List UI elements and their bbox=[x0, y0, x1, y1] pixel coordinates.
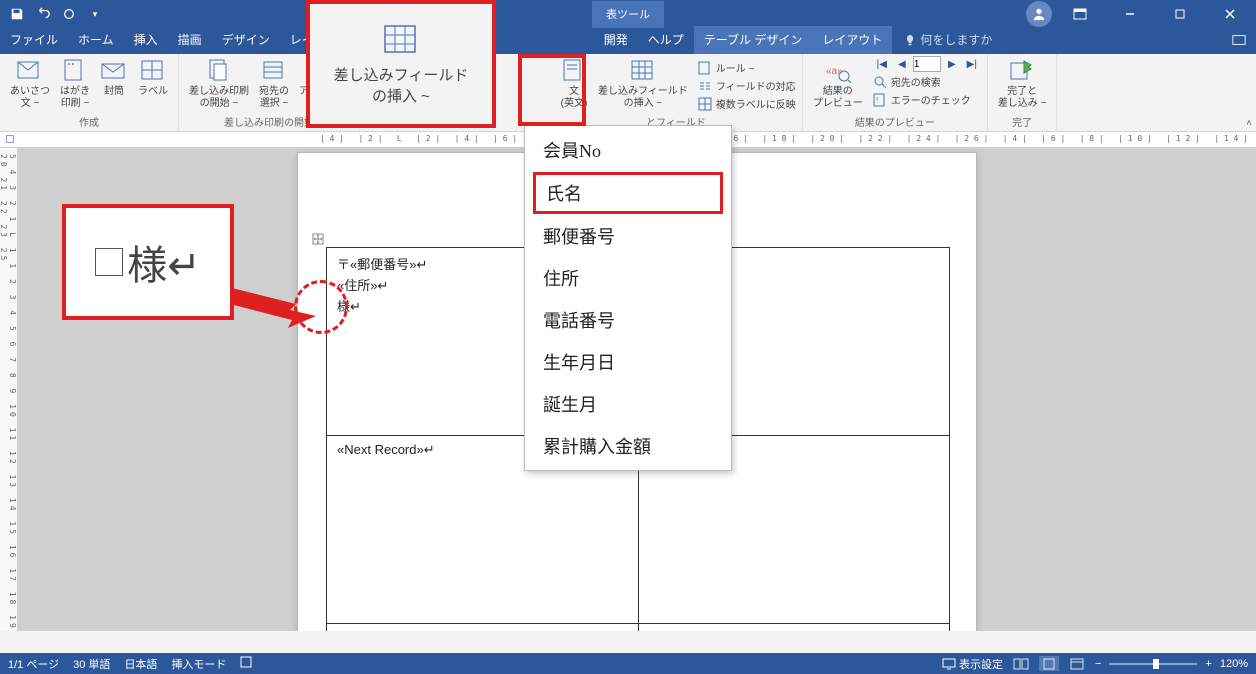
group-start-merge: 差し込み印刷 の開始 ~ 宛先の 選択 ~ アドレス帳 の編集 差し込み印刷の開… bbox=[179, 54, 360, 131]
group-create: あいさつ 文 ~ はがき 印刷 ~ 封筒 ラベル 作成 bbox=[0, 54, 179, 131]
group-finish: 完了と 差し込み ~ 完了 bbox=[988, 54, 1058, 131]
menu-item-phone[interactable]: 電話番号 bbox=[525, 299, 731, 341]
label-cell-6[interactable]: «Next Record»↵ bbox=[638, 624, 950, 632]
tab-design[interactable]: デザイン bbox=[212, 26, 280, 54]
redo-button[interactable] bbox=[58, 3, 80, 25]
first-record-button[interactable]: |◀ bbox=[873, 56, 891, 72]
ruler-corner bbox=[6, 135, 14, 143]
contextual-tab-title: 表ツール bbox=[592, 1, 664, 28]
share-button[interactable] bbox=[1232, 33, 1246, 50]
edit-recipients-button[interactable]: アドレス帳 の編集 bbox=[295, 56, 353, 111]
greeting-button[interactable]: あいさつ 文 ~ bbox=[6, 56, 54, 111]
select-recipients-button[interactable]: 宛先の 選択 ~ bbox=[255, 56, 293, 111]
tab-table-layout[interactable]: レイアウト bbox=[812, 26, 892, 54]
annotation-zoom-callout: 様↵ bbox=[62, 204, 234, 320]
zoom-slider[interactable] bbox=[1109, 663, 1197, 665]
start-merge-button[interactable]: 差し込み印刷 の開始 ~ bbox=[185, 56, 253, 111]
status-mode[interactable]: 挿入モード bbox=[171, 656, 226, 672]
tab-table-design[interactable]: テーブル デザイン bbox=[694, 26, 813, 54]
preview-results-button[interactable]: «a»結果の プレビュー bbox=[809, 56, 867, 111]
minimize-button[interactable] bbox=[1108, 0, 1152, 28]
svg-text:«a»: «a» bbox=[826, 66, 843, 77]
menu-item-total[interactable]: 累計購入金額 bbox=[525, 425, 731, 467]
ribbon-tabs: ファイル ホーム 挿入 描画 デザイン レイアウト 参考 開発 ヘルプ テーブル… bbox=[0, 28, 1256, 54]
group-preview: «a»結果の プレビュー |◀ ◀ ▶ ▶| 宛先の検索 !エラーのチェック 結… bbox=[803, 54, 988, 131]
read-mode-button[interactable] bbox=[1011, 656, 1031, 671]
record-number-input[interactable] bbox=[913, 56, 941, 72]
close-button[interactable] bbox=[1208, 0, 1252, 28]
menu-item-member-no[interactable]: 会員No bbox=[525, 129, 731, 171]
tab-references[interactable]: 参考 bbox=[360, 26, 404, 54]
check-errors-button[interactable]: !エラーのチェック bbox=[873, 92, 981, 107]
web-layout-button[interactable] bbox=[1067, 656, 1087, 671]
tab-developer[interactable]: 開発 bbox=[594, 26, 638, 54]
title-bar: ▾ 表ツール bbox=[0, 0, 1256, 28]
maximize-button[interactable] bbox=[1158, 0, 1202, 28]
quick-access-toolbar: ▾ bbox=[0, 3, 106, 25]
english-greeting-button[interactable]: 文 (英文) bbox=[556, 56, 592, 111]
menu-item-birthmonth[interactable]: 誕生月 bbox=[525, 383, 731, 425]
postcard-button[interactable]: はがき 印刷 ~ bbox=[56, 56, 94, 111]
menu-item-birthday[interactable]: 生年月日 bbox=[525, 341, 731, 383]
zoom-level[interactable]: 120% bbox=[1220, 658, 1248, 670]
tab-draw[interactable]: 描画 bbox=[168, 26, 212, 54]
display-settings[interactable]: 表示設定 bbox=[942, 656, 1003, 672]
menu-item-postal[interactable]: 郵便番号 bbox=[525, 215, 731, 257]
tell-me[interactable]: 何をしますか bbox=[892, 26, 1004, 54]
status-language[interactable]: 日本語 bbox=[124, 656, 157, 672]
tab-insert[interactable]: 挿入 bbox=[124, 26, 168, 54]
finish-merge-button[interactable]: 完了と 差し込み ~ bbox=[994, 56, 1051, 111]
zoom-in-button[interactable]: + bbox=[1205, 658, 1211, 670]
window-controls bbox=[1026, 0, 1256, 28]
match-fields-button[interactable]: フィールドの対応 bbox=[698, 78, 796, 93]
tab-layout[interactable]: レイアウト bbox=[280, 26, 360, 54]
tab-file[interactable]: ファイル bbox=[0, 26, 68, 54]
table-move-handle[interactable] bbox=[312, 233, 324, 245]
prev-record-button[interactable]: ◀ bbox=[893, 56, 911, 72]
label-button[interactable]: ラベル bbox=[134, 56, 172, 100]
zoom-out-button[interactable]: − bbox=[1095, 658, 1101, 670]
status-bar: 1/1 ページ 30 単語 日本語 挿入モード 表示設定 − + 120% bbox=[0, 653, 1256, 674]
next-record-button[interactable]: ▶ bbox=[943, 56, 961, 72]
last-record-button[interactable]: ▶| bbox=[963, 56, 981, 72]
collapse-ribbon-button[interactable]: ˄ bbox=[1246, 118, 1252, 129]
qat-customize[interactable]: ▾ bbox=[84, 3, 106, 25]
group-write-fields: 文 (英文) 差し込みフィールド の挿入 ~ ルール ~ フィールドの対応 複数… bbox=[550, 54, 803, 131]
vertical-ruler[interactable]: 5 4 3 2 1 L 1 1 2 3 4 5 6 7 8 9 10 11 12… bbox=[0, 148, 18, 631]
update-labels-button[interactable]: 複数ラベルに反映 bbox=[698, 96, 796, 111]
svg-text:!: ! bbox=[876, 96, 878, 105]
rules-button[interactable]: ルール ~ bbox=[698, 60, 796, 75]
annotation-arrow bbox=[228, 280, 318, 340]
macro-icon[interactable] bbox=[240, 656, 252, 671]
tab-home[interactable]: ホーム bbox=[68, 26, 124, 54]
undo-button[interactable] bbox=[32, 3, 54, 25]
tab-help[interactable]: ヘルプ bbox=[638, 26, 694, 54]
status-words[interactable]: 30 単語 bbox=[73, 656, 110, 672]
label-cell-5[interactable]: «Next Record»↵ bbox=[327, 624, 639, 632]
envelope-button[interactable]: 封筒 bbox=[96, 56, 132, 100]
ribbon-display-button[interactable] bbox=[1058, 0, 1102, 28]
find-recipient-button[interactable]: 宛先の検索 bbox=[873, 74, 981, 89]
merge-field-dropdown: 会員No 氏名 郵便番号 住所 電話番号 生年月日 誕生月 累計購入金額 bbox=[524, 125, 732, 471]
ribbon: あいさつ 文 ~ はがき 印刷 ~ 封筒 ラベル 作成 差し込み印刷 の開始 ~… bbox=[0, 54, 1256, 132]
print-layout-button[interactable] bbox=[1039, 656, 1059, 671]
menu-item-name[interactable]: 氏名 bbox=[533, 172, 723, 214]
save-button[interactable] bbox=[6, 3, 28, 25]
insert-merge-field-button[interactable]: 差し込みフィールド の挿入 ~ bbox=[594, 56, 692, 111]
menu-item-address[interactable]: 住所 bbox=[525, 257, 731, 299]
account-icon[interactable] bbox=[1026, 1, 1052, 27]
status-page[interactable]: 1/1 ページ bbox=[8, 656, 59, 672]
record-navigator: |◀ ◀ ▶ ▶| bbox=[873, 56, 981, 72]
